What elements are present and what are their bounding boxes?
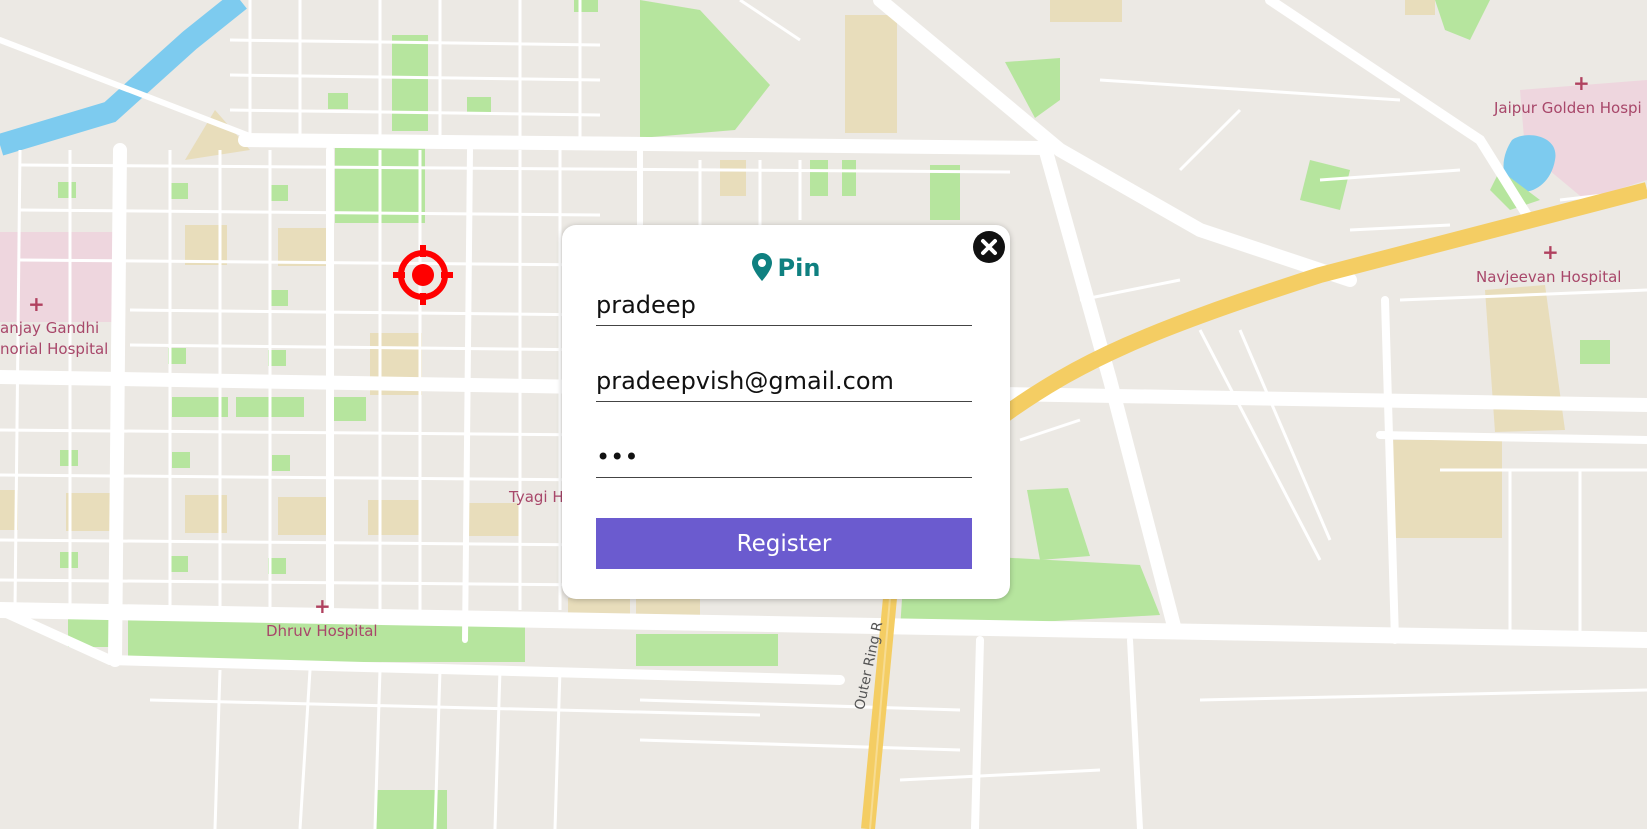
register-button[interactable]: Register bbox=[596, 518, 972, 569]
hospital-cross-icon: + bbox=[28, 292, 45, 316]
map-label-sanjay-gandhi-hospital-line2[interactable]: norial Hospital bbox=[0, 340, 108, 358]
email-field[interactable] bbox=[596, 367, 972, 402]
map-label-navjeevan-hospital[interactable]: Navjeevan Hospital bbox=[1476, 268, 1621, 286]
map-label-dhruv-hospital[interactable]: Dhruv Hospital bbox=[266, 622, 378, 640]
hospital-cross-icon: + bbox=[314, 594, 331, 618]
register-popup: Pin Register bbox=[562, 225, 1010, 599]
hospital-cross-icon: + bbox=[1573, 71, 1590, 95]
target-crosshair-icon[interactable] bbox=[391, 243, 455, 307]
hospital-cross-icon: + bbox=[1542, 240, 1559, 264]
password-field[interactable] bbox=[596, 443, 972, 478]
popup-title-text: Pin bbox=[777, 254, 821, 282]
map-label-tyagi-hospital[interactable]: Tyagi H bbox=[509, 488, 564, 506]
map-pin-icon bbox=[751, 253, 772, 281]
map-label-jaipur-golden-hospital[interactable]: Jaipur Golden Hospi bbox=[1494, 99, 1642, 117]
map-label-sanjay-gandhi-hospital[interactable]: anjay Gandhi bbox=[0, 319, 99, 337]
username-field[interactable] bbox=[596, 291, 972, 326]
popup-title: Pin bbox=[562, 253, 1010, 282]
